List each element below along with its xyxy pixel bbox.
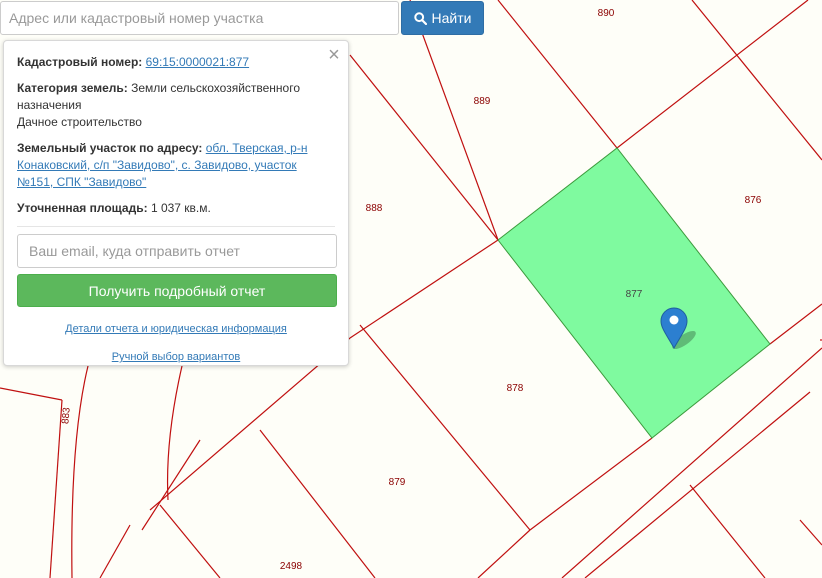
divider bbox=[17, 226, 335, 227]
parcel-label: 890 bbox=[598, 8, 615, 19]
parcel-label: 878 bbox=[507, 383, 524, 394]
manual-selection-link[interactable]: Ручной выбор вариантов bbox=[17, 349, 335, 366]
close-icon[interactable]: × bbox=[326, 45, 342, 65]
parcel-label: 883 bbox=[60, 407, 72, 425]
parcel-label: 888 bbox=[366, 203, 383, 214]
search-button[interactable]: Найти bbox=[401, 1, 484, 35]
land-category-label: Категория земель: bbox=[17, 81, 128, 95]
parcel-info-popup: × Кадастровый номер: 69:15:0000021:877 К… bbox=[3, 40, 349, 366]
search-input[interactable] bbox=[0, 1, 399, 35]
land-category-row: Категория земель: Земли сельскохозяйстве… bbox=[17, 80, 335, 131]
parcel-label-selected: 877 bbox=[626, 289, 643, 300]
cadastral-number-row: Кадастровый номер: 69:15:0000021:877 bbox=[17, 54, 335, 71]
parcel-label: 876 bbox=[745, 195, 762, 206]
cadastral-number-label: Кадастровый номер: bbox=[17, 55, 143, 69]
parcel-label: 2498 bbox=[280, 561, 303, 572]
report-details-link[interactable]: Детали отчета и юридическая информация bbox=[17, 321, 335, 338]
cadastral-number-link[interactable]: 69:15:0000021:877 bbox=[146, 55, 249, 69]
search-button-label: Найти bbox=[431, 10, 472, 26]
address-row: Земельный участок по адресу: обл. Тверск… bbox=[17, 140, 335, 191]
search-icon bbox=[413, 11, 427, 25]
area-value: 1 037 кв.м. bbox=[150, 201, 211, 215]
area-label: Уточненная площадь: bbox=[17, 201, 148, 215]
parcel-label: 879 bbox=[389, 477, 406, 488]
search-bar bbox=[0, 1, 399, 35]
get-report-button[interactable]: Получить подробный отчет bbox=[17, 274, 337, 307]
land-usage-value: Дачное строительство bbox=[17, 115, 142, 129]
area-row: Уточненная площадь: 1 037 кв.м. bbox=[17, 200, 335, 217]
address-label: Земельный участок по адресу: bbox=[17, 141, 203, 155]
parcel-label: 889 bbox=[474, 96, 491, 107]
email-field[interactable] bbox=[17, 234, 337, 268]
